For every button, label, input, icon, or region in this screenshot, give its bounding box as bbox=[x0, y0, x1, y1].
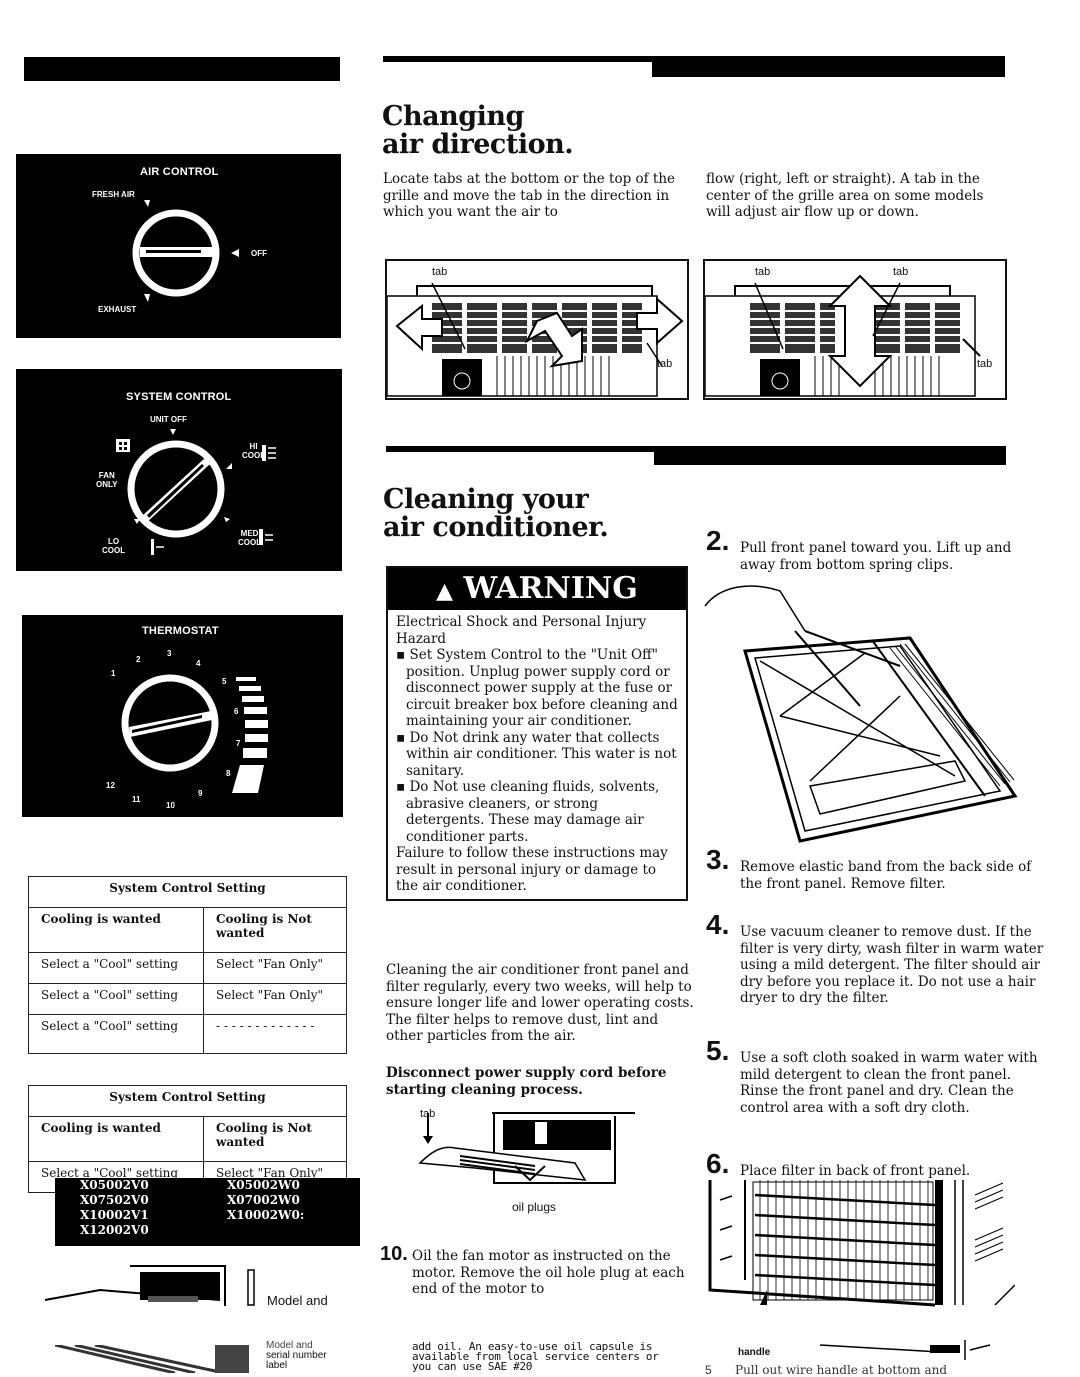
fan-icon bbox=[116, 439, 130, 452]
system-control-panel: SYSTEM CONTROL UNIT OFF FAN ONLY HI COOL… bbox=[16, 369, 342, 571]
system-control-dial[interactable] bbox=[16, 369, 342, 571]
table-cell: Select a "Cool" setting bbox=[28, 1014, 204, 1054]
step-2: 2. Pull front panel toward you. Lift up … bbox=[706, 525, 1012, 573]
table-cell: Select a "Cool" setting bbox=[28, 952, 204, 984]
step-10: 10. Oil the fan motor as instructed on t… bbox=[380, 1243, 685, 1297]
table-row: Select a "Cool" setting - - - - - - - - … bbox=[28, 1014, 347, 1054]
air-direction-para-right: flow (right, left or straight). A tab in… bbox=[706, 171, 984, 220]
warning-box: ▲ WARNING Electrical Shock and Personal … bbox=[386, 566, 688, 901]
cool-lo-icon bbox=[151, 539, 164, 555]
section-rule-thick bbox=[654, 446, 1006, 465]
grille-illustration bbox=[705, 274, 981, 397]
step-5: 5. Use a soft cloth soaked in warm water… bbox=[706, 1035, 1038, 1116]
column-header: Cooling is Not wanted bbox=[203, 907, 347, 953]
tab-label: tab bbox=[420, 1108, 436, 1120]
filter-illustration bbox=[708, 1180, 1015, 1307]
warning-triangle-icon: ▲ bbox=[436, 578, 453, 604]
warning-body: Electrical Shock and Personal Injury Haz… bbox=[388, 610, 686, 899]
table-cell: Select "Fan Only" bbox=[203, 952, 347, 984]
air-control-dial[interactable] bbox=[16, 154, 341, 338]
table-header: System Control Setting bbox=[28, 876, 347, 908]
oil-plugs-label: oil plugs bbox=[512, 1200, 557, 1214]
tab-label: tab bbox=[657, 358, 673, 370]
table-row: Select a "Cool" setting Select "Fan Only… bbox=[28, 952, 347, 984]
serial-number-label: Model and serial number label bbox=[266, 1340, 327, 1371]
cool-hi-icon bbox=[262, 445, 276, 461]
model-list-w: X05002W0 X07002W0 X10002W0: bbox=[227, 1178, 305, 1222]
warning-footer: Failure to follow these instructions may… bbox=[396, 845, 668, 894]
column-header: Cooling is Not wanted bbox=[203, 1116, 347, 1162]
table-row: Select a "Cool" setting Select "Fan Only… bbox=[28, 983, 347, 1015]
table-cell: Select "Fan Only" bbox=[203, 983, 347, 1015]
left-header-bar bbox=[24, 57, 340, 81]
air-direction-figure-right: tab tab tab bbox=[703, 259, 1007, 400]
cleaning-intro-bold: Disconnect power supply cord before star… bbox=[386, 1065, 667, 1098]
step-10-continued: add oil. An easy-to-use oil capsule is a… bbox=[412, 1340, 659, 1373]
tab-label: tab bbox=[893, 266, 909, 278]
model-label-1: Model and bbox=[267, 1293, 328, 1308]
cool-med-icon bbox=[259, 529, 273, 545]
unit-illustration bbox=[44, 1265, 255, 1306]
thermostat-dial[interactable] bbox=[22, 615, 343, 817]
system-control-table-2: System Control Setting Cooling is wanted… bbox=[28, 1085, 347, 1193]
air-direction-para-left: Locate tabs at the bottom or the top of … bbox=[383, 171, 676, 220]
warning-list: ▪ Set System Control to the "Unit Off" p… bbox=[396, 647, 678, 845]
tab-label: tab bbox=[977, 358, 993, 370]
oil-plugs-illustration bbox=[418, 1112, 635, 1184]
air-direction-figure-left: tab tab bbox=[385, 259, 689, 400]
thermostat-panel: THERMOSTAT 1 2 3 4 5 6 7 8 9 10 11 12 bbox=[22, 615, 343, 817]
model-number-box: X05002V0 X07502V0 X10002V1 X12002V0 X050… bbox=[55, 1178, 360, 1246]
step-6: 6. Place filter in back of front panel. bbox=[706, 1148, 971, 1179]
cleaning-intro: Cleaning the air conditioner front panel… bbox=[386, 962, 694, 1044]
warning-header: ▲ WARNING bbox=[388, 568, 686, 610]
grille-illustration bbox=[387, 282, 684, 397]
cleaning-heading: Cleaning your air conditioner. bbox=[383, 484, 609, 543]
warning-subtitle: Electrical Shock and Personal Injury Haz… bbox=[396, 614, 647, 647]
step-3: 3. Remove elastic band from the back sid… bbox=[706, 844, 1032, 892]
warning-item: ▪ Set System Control to the "Unit Off" p… bbox=[396, 647, 678, 729]
model-list-v: X05002V0 X07502V0 X10002V1 X12002V0 bbox=[80, 1178, 149, 1237]
system-control-table-1: System Control Setting Cooling is wanted… bbox=[28, 876, 347, 1054]
step-4: 4. Use vacuum cleaner to remove dust. If… bbox=[706, 909, 1044, 1006]
warning-item: ▪ Do Not drink any water that collects w… bbox=[396, 729, 677, 779]
front-panel-illustration bbox=[704, 585, 1018, 843]
table-header: System Control Setting bbox=[28, 1085, 347, 1117]
column-header: Cooling is wanted bbox=[28, 907, 204, 953]
air-direction-heading: Changing air direction. bbox=[382, 101, 574, 160]
unit-illustration-bottom bbox=[55, 1345, 249, 1373]
handle-label: handle bbox=[738, 1347, 771, 1358]
column-header: Cooling is wanted bbox=[28, 1116, 204, 1162]
table-cell: - - - - - - - - - - - - - bbox=[203, 1014, 347, 1054]
bottom-step: 5 Pull out wire handle at bottom and bbox=[705, 1363, 948, 1377]
table-cell: Select a "Cool" setting bbox=[28, 983, 204, 1015]
handle-illustration bbox=[820, 1340, 990, 1360]
warning-item: ▪ Do Not use cleaning fluids, solvents, … bbox=[396, 779, 660, 845]
section-rule-thick bbox=[652, 56, 1005, 77]
tab-label: tab bbox=[755, 266, 771, 278]
air-control-panel: AIR CONTROL FRESH AIR OFF EXHAUST bbox=[16, 154, 341, 338]
tab-label: tab bbox=[432, 266, 448, 278]
